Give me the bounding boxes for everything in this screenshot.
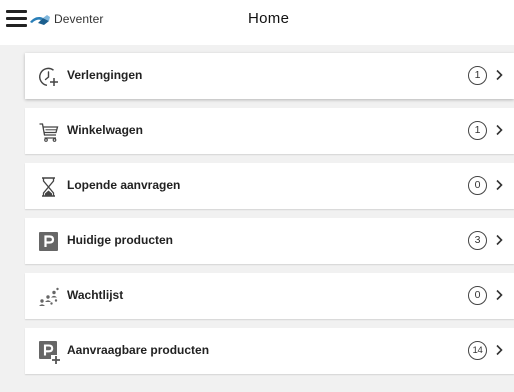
count-badge: 0 [468, 286, 487, 305]
people-queue-icon [38, 286, 60, 308]
item-label: Wachtlijst [67, 288, 124, 302]
brand-name: Deventer [54, 12, 104, 26]
list-item-aanvraagbare-producten[interactable]: Aanvraagbare producten 14 [25, 328, 514, 374]
item-label: Verlengingen [67, 68, 143, 82]
list-item-winkelwagen[interactable]: Winkelwagen 1 [25, 108, 514, 154]
parking-icon [38, 231, 60, 253]
deventer-logo-icon [30, 15, 50, 25]
hamburger-menu-icon[interactable] [6, 10, 27, 28]
chevron-right-icon [496, 289, 503, 301]
top-app-bar: Deventer Home [0, 0, 514, 45]
count-badge: 1 [468, 121, 487, 140]
parking-plus-icon [38, 341, 61, 365]
chevron-right-icon [496, 234, 503, 246]
item-label: Lopende aanvragen [67, 178, 181, 192]
count-badge: 1 [468, 66, 487, 85]
chevron-right-icon [496, 344, 503, 356]
cart-icon [38, 121, 60, 143]
clock-plus-icon [38, 66, 60, 88]
list-item-wachtlijst[interactable]: Wachtlijst 0 [25, 273, 514, 319]
menu-list: Verlengingen 1 Winkelwagen 1 Lopende aan… [25, 53, 514, 383]
chevron-right-icon [496, 179, 503, 191]
item-label: Aanvraagbare producten [67, 343, 210, 357]
list-item-verlengingen[interactable]: Verlengingen 1 [25, 53, 514, 99]
item-label: Winkelwagen [67, 123, 143, 137]
chevron-right-icon [496, 124, 503, 136]
item-label: Huidige producten [67, 233, 173, 247]
list-item-lopende-aanvragen[interactable]: Lopende aanvragen 0 [25, 163, 514, 209]
page-title: Home [248, 10, 290, 27]
count-badge: 14 [468, 341, 487, 360]
chevron-right-icon [496, 69, 503, 81]
hourglass-icon [38, 176, 60, 198]
list-item-huidige-producten[interactable]: Huidige producten 3 [25, 218, 514, 264]
count-badge: 0 [468, 176, 487, 195]
count-badge: 3 [468, 231, 487, 250]
